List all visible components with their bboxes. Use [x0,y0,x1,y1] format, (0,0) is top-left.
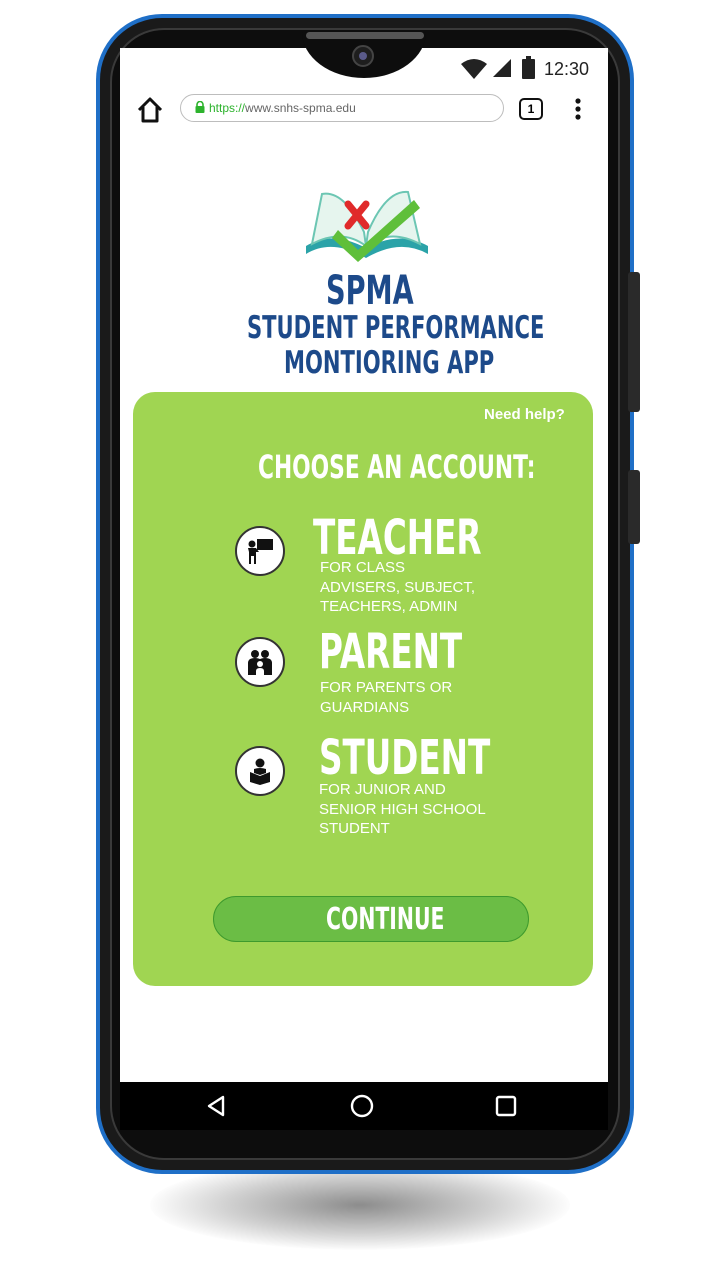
parent-icon[interactable] [235,637,285,687]
continue-button-label: CONTINUE [326,902,445,937]
url-bar[interactable]: https://www.snhs-spma.edu [180,94,504,122]
app-subtitle-line2: MONTIORING APP [284,345,495,381]
student-icon[interactable] [235,746,285,796]
front-camera [352,45,374,67]
spma-logo-icon [302,186,432,268]
student-description: FOR JUNIOR AND SENIOR HIGH SCHOOL STUDEN… [319,780,486,839]
android-nav-bar [120,1082,608,1130]
continue-button[interactable]: CONTINUE [213,896,529,942]
need-help-link[interactable]: Need help? [484,406,565,423]
tab-count-button[interactable]: 1 [519,98,543,120]
teacher-desc-line: ADVISERS, SUBJECT, [320,578,476,596]
back-icon[interactable] [192,1082,240,1130]
earpiece-speaker [306,32,424,39]
url-domain: www.snhs-spma.edu [245,101,356,115]
account-parent-label[interactable]: PARENT [319,624,462,680]
parent-description: FOR PARENTS OR GUARDIANS [320,678,452,717]
teacher-icon[interactable] [235,526,285,576]
student-desc-line: SENIOR HIGH SCHOOL [319,800,486,818]
student-desc-line: STUDENT [319,820,390,837]
volume-button [628,272,640,412]
app-title: SPMA [326,268,414,314]
battery-icon [522,56,536,80]
parent-desc-line: GUARDIANS [320,698,410,716]
student-desc-line: FOR JUNIOR AND [319,781,446,798]
app-subtitle-line1: STUDENT PERFORMANCE [247,310,545,346]
more-menu-icon[interactable] [570,96,586,124]
recents-icon[interactable] [482,1082,530,1130]
lock-icon [195,100,205,116]
url-scheme: https:// [209,101,246,115]
home-icon[interactable] [136,96,164,124]
parent-desc-line: FOR PARENTS OR [320,679,453,696]
teacher-desc-line: TEACHERS, ADMIN [320,598,458,615]
power-button [628,470,640,544]
wifi-icon [460,58,490,80]
status-time: 12:30 [544,59,590,79]
account-student-label[interactable]: STUDENT [319,730,490,786]
signal-icon [492,58,514,80]
choose-account-heading: CHOOSE AN ACCOUNT: [258,448,536,486]
teacher-description: FOR CLASS ADVISERS, SUBJECT, TEACHERS, A… [320,558,475,617]
home-circle-icon[interactable] [338,1082,386,1130]
teacher-desc-line: FOR CLASS [320,559,406,576]
